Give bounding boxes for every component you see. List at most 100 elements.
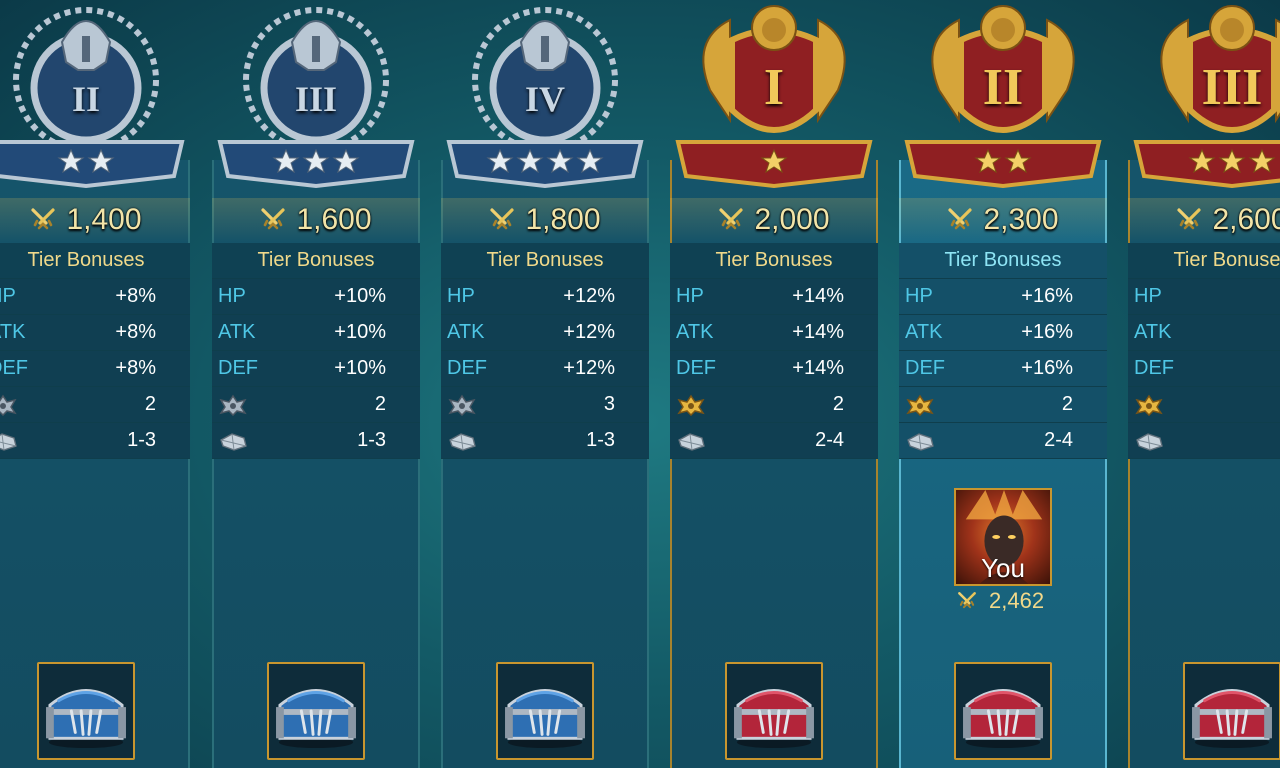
bonus-row-def: DEF +10% <box>212 351 420 387</box>
bonus-row-slots: 3 <box>441 387 649 423</box>
tier-reward-chest[interactable] <box>37 662 135 760</box>
bonus-row-atk: ATK +14% <box>670 315 878 351</box>
bonus-row-shards: 1-3 <box>441 423 649 459</box>
shard-icon <box>1136 432 1163 451</box>
bonus-row-def: DEF +12% <box>441 351 649 387</box>
bonus-row-atk: ATK +10% <box>212 315 420 351</box>
bonus-label: DEF <box>218 357 258 379</box>
bonus-row-shards: 2-4 <box>899 423 1107 459</box>
tier-column[interactable]: II 2,300 Tier Bonuses HP +16% ATK +16% DEF… <box>899 0 1107 768</box>
bonus-label: DEF <box>0 357 28 379</box>
tier-rank-numeral: II <box>982 59 1024 116</box>
bonus-row-slots: 2 <box>0 387 190 423</box>
bonus-label: ATK <box>676 321 714 343</box>
bonus-value: 2 <box>832 393 844 415</box>
tier-points: 1,400 <box>0 198 190 242</box>
tier-column[interactable]: III 1,600 Tier Bonuses HP +10% ATK +10% DE… <box>212 0 420 768</box>
bonus-row-hp: HP +16% <box>899 279 1107 315</box>
crossed-swords-icon <box>31 208 56 230</box>
tier-reward-chest[interactable] <box>954 662 1052 760</box>
artifact-slot-icon <box>677 394 705 416</box>
bonus-row-hp: HP +12% <box>441 279 649 315</box>
tier-bonus-table: Tier Bonuses HP +10% ATK +10% DEF +10% 2 1-… <box>212 243 420 459</box>
tier-rank-numeral: IV <box>524 79 565 119</box>
crossed-swords-icon <box>490 208 515 230</box>
bonus-label: ATK <box>0 321 26 343</box>
bonus-row-atk: ATK +12% <box>441 315 649 351</box>
bonus-label: ATK <box>447 321 485 343</box>
tier-rank-numeral: III <box>294 79 338 119</box>
tier-bonus-header: Tier Bonuses <box>441 243 649 279</box>
shard-icon <box>678 432 705 451</box>
bonus-value: +10% <box>334 321 386 343</box>
tier-bonus-header: Tier Bonuses <box>0 243 190 279</box>
bonus-value: +14% <box>792 321 844 343</box>
bonus-value: +8% <box>115 285 156 307</box>
bonus-label: HP <box>905 285 933 307</box>
tier-column[interactable]: III 2,600 Tier Bonuses HP+1 ATK+1 DEF+1 … <box>1128 0 1280 768</box>
bonus-row-atk: ATK+1 <box>1128 315 1280 351</box>
gold-chest-icon <box>1192 689 1272 749</box>
tier-points: 1,800 <box>441 198 649 242</box>
tier-points: 1,600 <box>212 198 420 242</box>
bonus-row-shards: 1-3 <box>212 423 420 459</box>
shard-icon <box>449 432 476 451</box>
tier-column[interactable]: II 1,400 Tier Bonuses HP +8% ATK +8% DEF +8… <box>0 0 190 768</box>
bonus-row-hp: HP+1 <box>1128 279 1280 315</box>
silver-chest-icon <box>276 689 356 749</box>
bonus-row-shards: 1-3 <box>0 423 190 459</box>
tier-column[interactable]: IV 1,800 Tier Bonuses HP +12% ATK +12% DEF… <box>441 0 649 768</box>
tier-bonus-table: Tier Bonuses HP +8% ATK +8% DEF +8% 2 1-3 <box>0 243 190 459</box>
bonus-value: +12% <box>563 285 615 307</box>
artifact-slot-icon <box>0 394 17 416</box>
bonus-label: HP <box>0 285 16 307</box>
bonus-value: +8% <box>115 357 156 379</box>
tier-bonus-table: Tier Bonuses HP +12% ATK +12% DEF +12% 3 1-… <box>441 243 649 459</box>
artifact-slot-icon <box>1135 394 1163 416</box>
gold-chest-icon <box>963 689 1043 749</box>
bonus-row-slots: 2 <box>670 387 878 423</box>
shard-icon <box>0 432 17 451</box>
tier-reward-chest[interactable] <box>1183 662 1280 760</box>
tier-rank-numeral: I <box>763 59 785 116</box>
bonus-value: +16% <box>1021 357 1073 379</box>
artifact-slot-icon <box>219 394 247 416</box>
bonus-row-atk: ATK +8% <box>0 315 190 351</box>
bonus-row-def: DEF +8% <box>0 351 190 387</box>
tier-reward-chest[interactable] <box>496 662 594 760</box>
bonus-value: 1-3 <box>127 429 156 451</box>
tier-bonus-header: Tier Bonuses <box>212 243 420 279</box>
bonus-row-shards: 2 <box>1128 423 1280 459</box>
shard-icon <box>907 432 934 451</box>
bonus-value: 1-3 <box>586 429 615 451</box>
bonus-value: 2-4 <box>815 429 844 451</box>
crossed-swords-icon <box>1177 208 1202 230</box>
player-points: 2,462 <box>957 588 1044 614</box>
tier-bonus-header: Tier Bonuses <box>670 243 878 279</box>
artifact-slot-icon <box>448 394 476 416</box>
bonus-value: +10% <box>334 285 386 307</box>
bonus-label: DEF <box>676 357 716 379</box>
bonus-value: +8% <box>115 321 156 343</box>
tier-column[interactable]: I 2,000 Tier Bonuses HP +14% ATK +14% DEF +… <box>670 0 878 768</box>
bonus-value: +14% <box>792 285 844 307</box>
bonus-value: +16% <box>1021 321 1073 343</box>
tier-bonus-table: Tier Bonuses HP+1 ATK+1 DEF+1 2 <box>1128 243 1280 459</box>
bonus-value: 3 <box>603 393 615 415</box>
tier-reward-chest[interactable] <box>267 662 365 760</box>
tier-bonus-table: Tier Bonuses HP +14% ATK +14% DEF +14% 2 2-… <box>670 243 878 459</box>
player-avatar[interactable]: You <box>954 488 1052 586</box>
bonus-label: DEF <box>1134 357 1174 379</box>
tier-rank-numeral: III <box>1201 59 1263 116</box>
bonus-row-hp: HP +8% <box>0 279 190 315</box>
bonus-row-def: DEF +16% <box>899 351 1107 387</box>
bonus-value: +12% <box>563 321 615 343</box>
bonus-value: 2 <box>374 393 386 415</box>
bonus-label: HP <box>1134 285 1162 307</box>
crossed-swords-icon <box>261 208 286 230</box>
bonus-row-atk: ATK +16% <box>899 315 1107 351</box>
bonus-row-slots: 2 <box>212 387 420 423</box>
bonus-row-hp: HP +14% <box>670 279 878 315</box>
tier-reward-chest[interactable] <box>725 662 823 760</box>
crossed-swords-icon <box>948 208 973 230</box>
